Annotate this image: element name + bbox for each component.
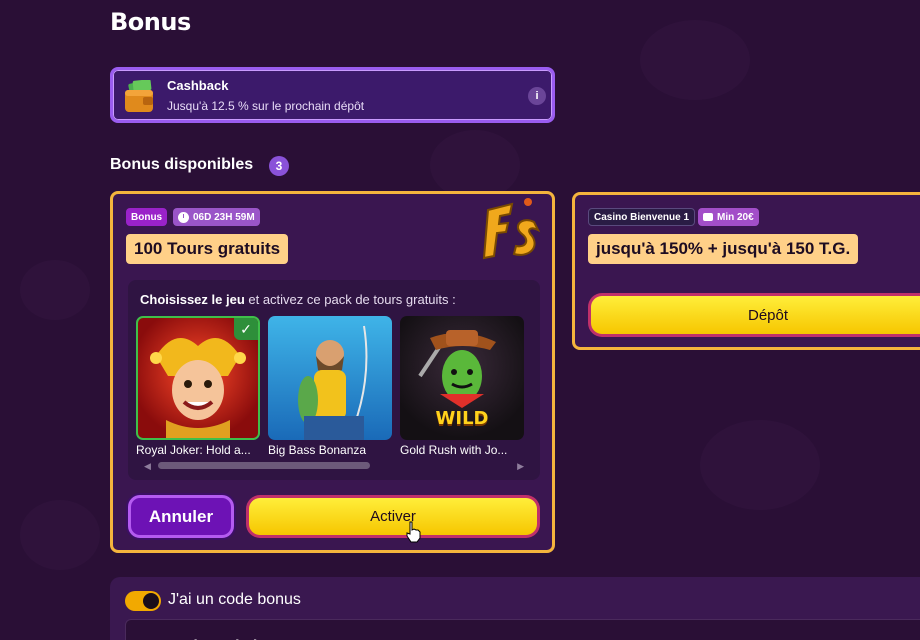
activate-button[interactable]: Activer bbox=[246, 495, 540, 538]
background-decoration bbox=[20, 260, 90, 320]
offer-title: 100 Tours gratuits bbox=[126, 234, 289, 264]
timer-tag: 06D 23H 59M bbox=[173, 208, 260, 226]
toggle-knob bbox=[143, 593, 159, 609]
min-deposit-text: Min 20€ bbox=[717, 211, 754, 223]
game-card-royal-joker[interactable]: ✓ Royal Joker: Hold a... bbox=[136, 316, 260, 457]
bonus-code-toggle[interactable] bbox=[125, 591, 161, 611]
wallet-icon bbox=[125, 80, 153, 112]
game-card-gold-rush[interactable]: WILD Gold Rush with Jo... bbox=[400, 316, 524, 457]
min-deposit-tag: Min 20€ bbox=[698, 208, 759, 226]
cashback-title: Cashback bbox=[167, 78, 229, 93]
casino-welcome-tag: Casino Bienvenue 1 bbox=[588, 208, 696, 226]
clock-icon bbox=[178, 211, 189, 223]
game-choice-panel: Choisissez le jeu et activez ce pack de … bbox=[128, 280, 540, 480]
timer-text: 06D 23H 59M bbox=[193, 211, 255, 223]
big-bass-bonanza-thumbnail bbox=[298, 325, 368, 440]
bonus-code-label: J'ai un code bonus bbox=[168, 591, 301, 608]
background-decoration bbox=[20, 500, 100, 570]
offer-title: jusqu'à 150% + jusqu'à 150 T.G. bbox=[588, 234, 859, 264]
horizontal-scrollbar[interactable]: ◀ ▶ bbox=[144, 460, 524, 472]
hand-cursor-icon bbox=[406, 521, 421, 543]
background-decoration bbox=[640, 20, 750, 100]
deposit-button-label: Dépôt bbox=[591, 296, 920, 334]
free-spins-bonus-card: Bonus 06D 23H 59M 100 Tours gratuits Cho… bbox=[110, 191, 555, 553]
scroll-right-icon[interactable]: ▶ bbox=[517, 461, 524, 472]
game-name: Gold Rush with Jo... bbox=[400, 443, 508, 457]
choose-game-text: Choisissez le jeu et activez ce pack de … bbox=[140, 292, 456, 307]
wild-label: WILD bbox=[435, 408, 489, 429]
activate-button-label: Activer bbox=[249, 498, 537, 535]
cancel-button[interactable]: Annuler bbox=[128, 495, 234, 538]
cash-icon bbox=[703, 213, 713, 221]
deposit-button[interactable]: Dépôt bbox=[588, 293, 920, 337]
welcome-casino-bonus-card: Casino Bienvenue 1 Min 20€ jusqu'à 150% … bbox=[572, 192, 920, 350]
scrollbar-thumb[interactable] bbox=[158, 462, 370, 469]
bonus-count-badge: 3 bbox=[269, 156, 289, 176]
background-decoration bbox=[700, 420, 820, 510]
game-name: Royal Joker: Hold a... bbox=[136, 443, 251, 457]
bonus-tag: Bonus bbox=[126, 208, 168, 226]
cashback-subtitle: Jusqu'à 12.5 % sur le prochain dépôt bbox=[167, 99, 365, 113]
background-decoration bbox=[430, 130, 520, 200]
cashback-banner[interactable]: Cashback Jusqu'à 12.5 % sur le prochain … bbox=[110, 67, 555, 123]
scroll-left-icon[interactable]: ◀ bbox=[144, 461, 151, 472]
game-card-big-bass-bonanza[interactable]: Big Bass Bonanza bbox=[268, 316, 392, 457]
info-icon[interactable]: i bbox=[528, 87, 546, 105]
game-name: Big Bass Bonanza bbox=[268, 443, 367, 457]
bonus-code-input[interactable] bbox=[125, 619, 920, 640]
page-title: Bonus bbox=[110, 8, 191, 36]
free-spins-logo-icon bbox=[482, 198, 541, 260]
available-bonuses-title: Bonus disponibles bbox=[110, 156, 254, 173]
bonus-code-section: J'ai un code bonus bbox=[110, 577, 920, 640]
selected-check-icon: ✓ bbox=[234, 318, 258, 340]
